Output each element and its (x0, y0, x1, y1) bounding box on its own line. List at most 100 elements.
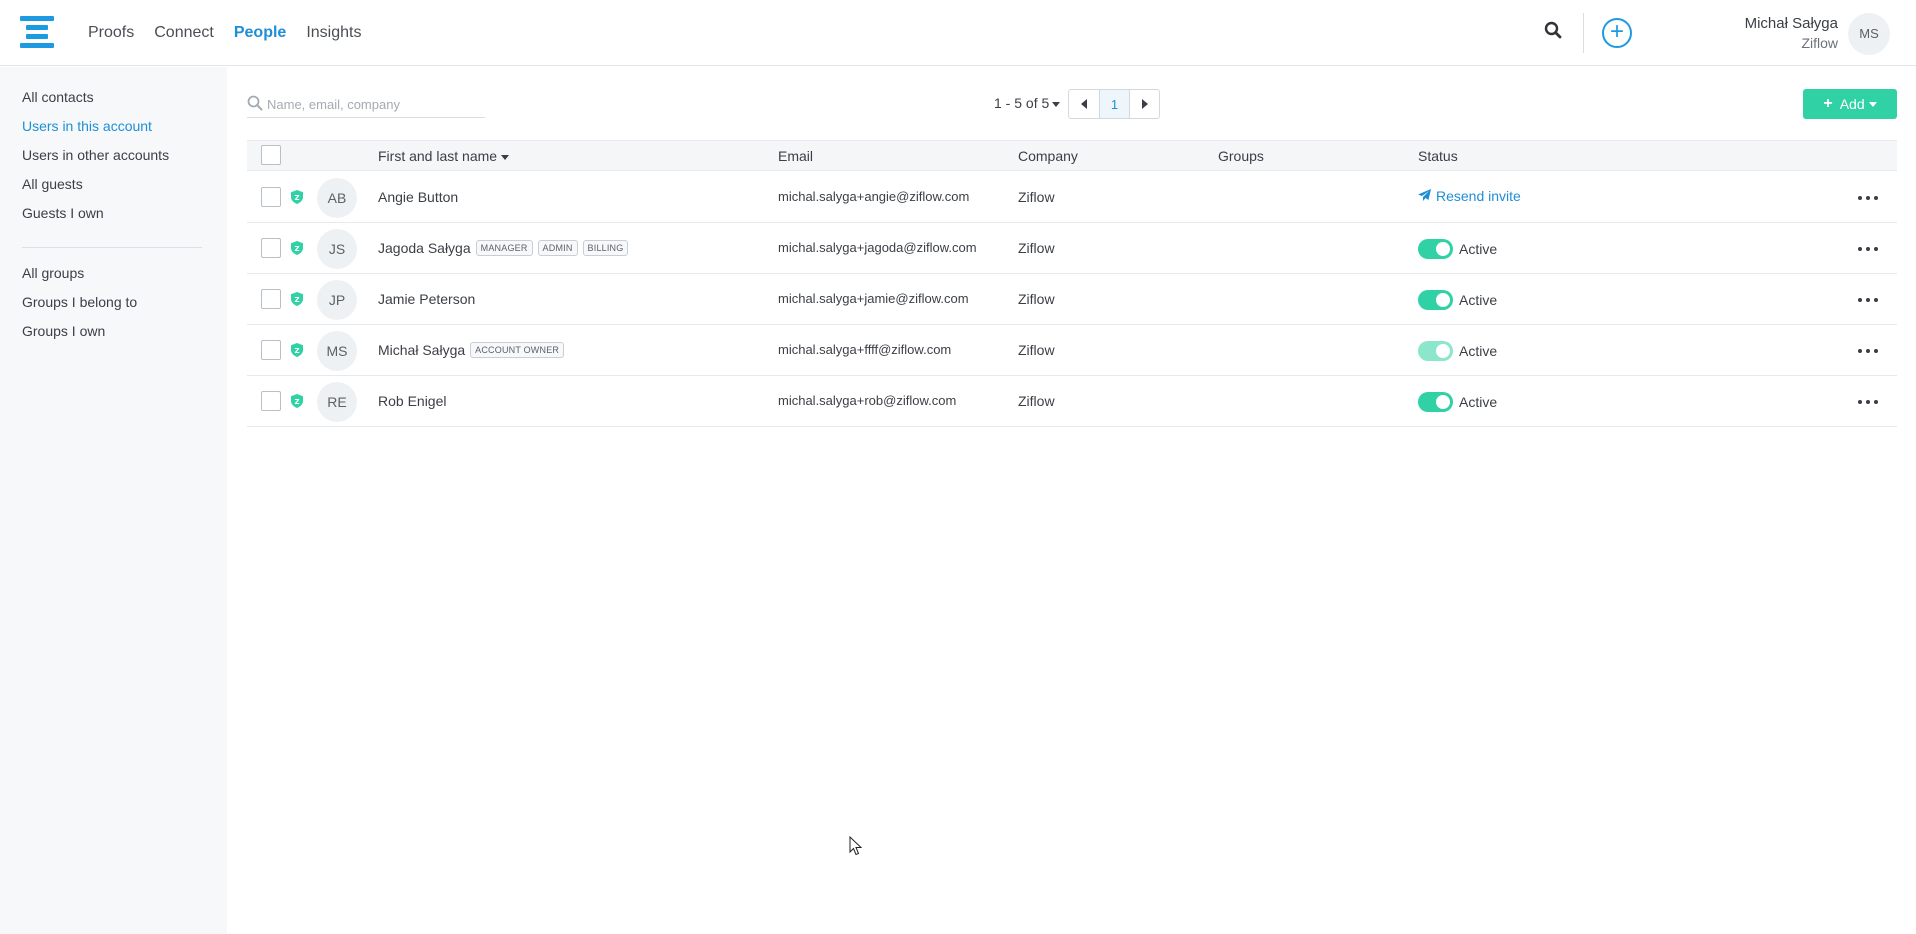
row-checkbox[interactable] (261, 340, 281, 360)
search-icon (247, 95, 263, 111)
status-text: Active (1459, 292, 1498, 308)
role-badge: ADMIN (537, 240, 578, 256)
more-actions-icon[interactable] (1858, 193, 1878, 203)
sidebar-item-guests-i-own[interactable]: Guests I own (22, 205, 104, 221)
search-box (247, 92, 485, 118)
nav-item-people[interactable]: People (234, 24, 286, 42)
sidebar-item-all-groups[interactable]: All groups (22, 265, 84, 281)
role-badge: MANAGER (475, 240, 533, 256)
ziflow-shield-icon: Z (291, 292, 303, 306)
more-actions-icon[interactable] (1858, 346, 1878, 356)
next-page-button[interactable] (1129, 90, 1159, 118)
ziflow-shield-icon: Z (291, 343, 303, 357)
more-actions-icon[interactable] (1858, 295, 1878, 305)
row-checkbox[interactable] (261, 238, 281, 258)
status-toggle (1418, 341, 1453, 361)
pagination-range[interactable]: 1 - 5 of 5 (994, 95, 1061, 111)
table-row[interactable]: Z AB Angie Button michal.salyga+angie@ziflo… (247, 172, 1897, 223)
svg-text:Z: Z (294, 398, 299, 406)
sidebar-item-all-contacts[interactable]: All contacts (22, 89, 94, 105)
main-nav: Proofs Connect People Insights (88, 0, 381, 66)
more-actions-icon[interactable] (1858, 244, 1878, 254)
add-button[interactable]: + Add (1803, 89, 1897, 119)
current-page-button[interactable]: 1 (1099, 90, 1129, 118)
nav-item-insights[interactable]: Insights (306, 24, 361, 42)
table-row[interactable]: Z JS Jagoda Sałyga MANAGER ADMIN BILLING micha… (247, 223, 1897, 274)
user-name-text: Jagoda Sałyga (378, 240, 471, 256)
nav-item-connect[interactable]: Connect (154, 24, 214, 42)
sidebar: All contacts Users in this account Users i… (0, 67, 227, 934)
sidebar-divider (22, 247, 202, 248)
sidebar-item-users-in-this-account[interactable]: Users in this account (22, 118, 152, 134)
sidebar-item-groups-i-own[interactable]: Groups I own (22, 323, 105, 339)
nav-item-proofs[interactable]: Proofs (88, 24, 134, 42)
more-actions-icon[interactable] (1858, 397, 1878, 407)
user-name-text: Jamie Peterson (378, 291, 476, 307)
create-plus-icon[interactable]: + (1602, 18, 1632, 48)
column-header-status: Status (1418, 148, 1458, 164)
user-avatar[interactable]: MS (1848, 13, 1890, 55)
status-cell: Active (1418, 341, 1497, 361)
user-name-text: Rob Enigel (378, 393, 447, 409)
top-bar: Proofs Connect People Insights + Michał Sał… (0, 0, 1916, 66)
ziflow-logo-icon[interactable] (20, 16, 54, 48)
arrow-left-icon (1081, 99, 1087, 109)
mouse-cursor-icon (849, 835, 863, 861)
status-text: Resend invite (1436, 188, 1521, 204)
status-toggle[interactable] (1418, 392, 1453, 412)
avatar: MS (317, 331, 357, 371)
avatar: JS (317, 229, 357, 269)
select-all-checkbox[interactable] (261, 145, 281, 165)
table-header: First and last name Email Company Groups… (247, 140, 1897, 171)
email-cell: michal.salyga+rob@ziflow.com (778, 393, 957, 408)
row-checkbox[interactable] (261, 289, 281, 309)
row-checkbox[interactable] (261, 391, 281, 411)
search-input[interactable] (267, 94, 477, 114)
user-name-cell[interactable]: Jagoda Sałyga MANAGER ADMIN BILLING (378, 240, 629, 256)
svg-text:Z: Z (294, 296, 299, 304)
status-toggle[interactable] (1418, 239, 1453, 259)
status-cell: Active (1418, 290, 1497, 310)
arrow-right-icon (1141, 99, 1148, 109)
user-name-text: Angie Button (378, 189, 459, 205)
resend-invite-link[interactable]: Resend invite (1418, 188, 1521, 204)
svg-text:Z: Z (294, 245, 299, 253)
company-cell: Ziflow (1018, 393, 1055, 409)
column-header-email: Email (778, 148, 814, 164)
plus-icon: + (1823, 95, 1833, 112)
prev-page-button[interactable] (1069, 90, 1099, 118)
avatar: JP (317, 280, 357, 320)
avatar: RE (317, 382, 357, 422)
user-name-cell[interactable]: Michał Sałyga ACCOUNT OWNER (378, 342, 565, 358)
user-name-text: Michał Sałyga (378, 342, 466, 358)
chevron-down-icon (1052, 101, 1061, 107)
status-cell: Active (1418, 239, 1497, 259)
sidebar-item-users-in-other-accounts[interactable]: Users in other accounts (22, 147, 169, 163)
email-cell: michal.salyga+jagoda@ziflow.com (778, 240, 977, 255)
ziflow-shield-icon: Z (291, 190, 303, 204)
company-cell: Ziflow (1018, 291, 1055, 307)
svg-text:Z: Z (294, 347, 299, 355)
table-row[interactable]: Z MS Michał Sałyga ACCOUNT OWNER michal.saly… (247, 325, 1897, 376)
email-cell: michal.salyga+jamie@ziflow.com (778, 291, 969, 306)
user-name-cell[interactable]: Jamie Peterson (378, 291, 475, 307)
role-badge: BILLING (582, 240, 629, 256)
column-header-name[interactable]: First and last name (378, 148, 510, 164)
user-name-cell[interactable]: Angie Button (378, 189, 458, 205)
user-name[interactable]: Michał Sałyga (1745, 15, 1838, 32)
table-row[interactable]: Z RE Rob Enigel michal.salyga+rob@ziflow.co… (247, 376, 1897, 427)
table-row[interactable]: Z JP Jamie Peterson michal.salyga+jamie@zif… (247, 274, 1897, 325)
search-icon[interactable] (1544, 21, 1566, 43)
company-cell: Ziflow (1018, 342, 1055, 358)
status-cell: Resend invite (1418, 188, 1521, 204)
user-org: Ziflow (1801, 35, 1838, 51)
sidebar-item-all-guests[interactable]: All guests (22, 176, 83, 192)
row-checkbox[interactable] (261, 187, 281, 207)
company-cell: Ziflow (1018, 189, 1055, 205)
user-name-cell[interactable]: Rob Enigel (378, 393, 447, 409)
header-divider (1583, 13, 1584, 53)
sidebar-item-groups-i-belong-to[interactable]: Groups I belong to (22, 294, 137, 310)
email-cell: michal.salyga+ffff@ziflow.com (778, 342, 952, 357)
status-toggle[interactable] (1418, 290, 1453, 310)
chevron-down-icon (1868, 101, 1877, 107)
